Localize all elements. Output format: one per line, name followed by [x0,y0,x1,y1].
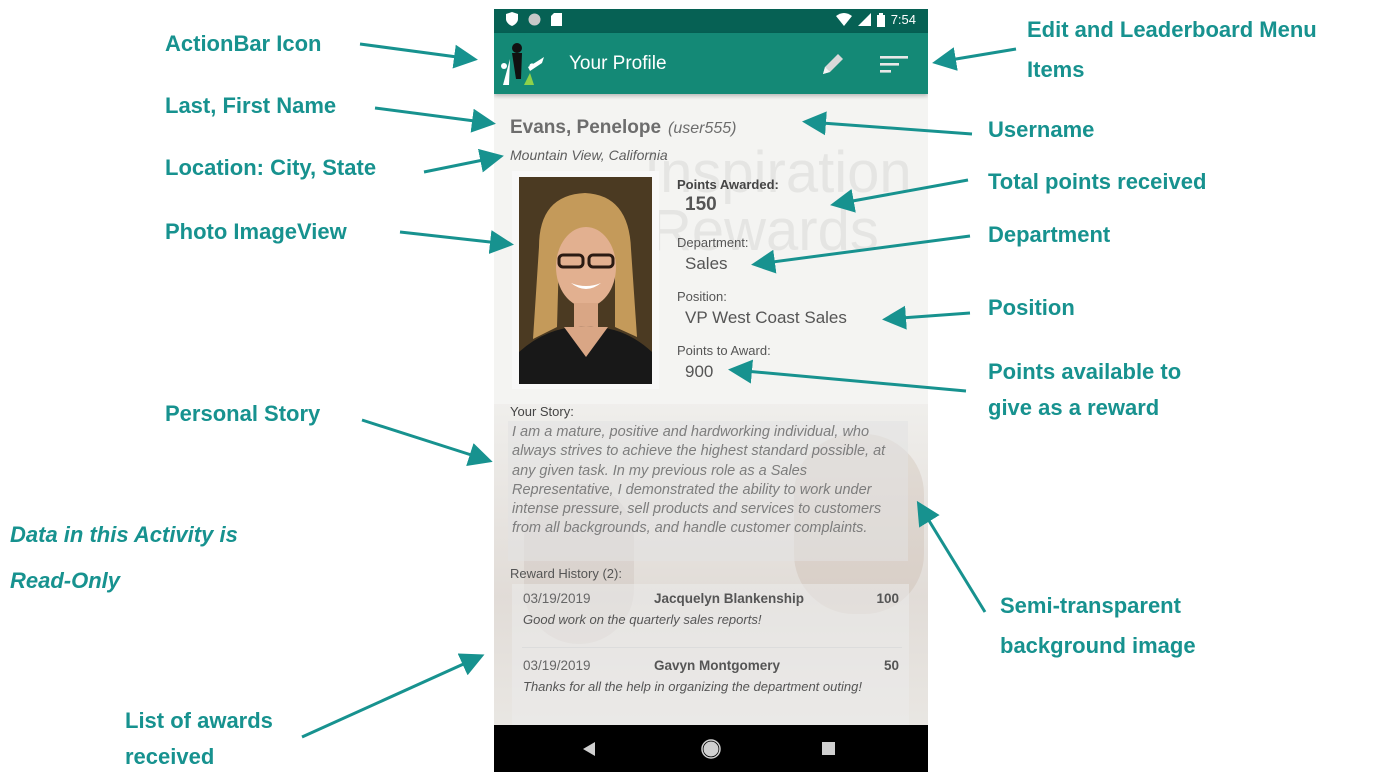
annotation-edit-leaderboard-line2: Items [1027,57,1085,82]
annotation-username: Username [988,117,1095,142]
status-bar: 7:54 [494,9,928,33]
signal-icon [857,13,871,26]
annotation-total-points: Total points received [988,169,1207,194]
annotation-read-only-line1: Data in this Activity is [10,522,238,547]
annotation-list-awards-line1: List of awards [125,708,273,733]
annotation-personal-story: Personal Story [165,401,321,426]
department-label: Department: [677,235,749,250]
arrow-location [423,148,504,174]
user-name: Evans, Penelope [510,117,662,138]
annotation-location: Location: City, State [165,155,377,180]
profile-photo [512,171,659,389]
points-awarded-value: 150 [685,194,717,215]
page-title: Your Profile [569,53,667,74]
annotation-points-available-line2: give as a reward [988,395,1160,420]
reward-points: 50 [883,658,899,673]
wifi-icon [835,13,852,26]
app-logo-icon[interactable] [500,39,550,89]
status-time: 7:54 [890,12,916,27]
edit-pencil-icon[interactable] [819,50,847,78]
recents-icon[interactable] [822,742,835,755]
portrait-image [519,177,652,384]
arrow-name [374,106,496,133]
annotation-position: Position [988,295,1075,320]
annotation-list-awards-line2: received [125,744,215,769]
annotation-edit-leaderboard-line1: Edit and Leaderboard Menu [1027,17,1317,42]
reward-points: 100 [876,591,899,606]
personal-story: I am a mature, positive and hardworking … [508,421,908,561]
reward-date: 03/19/2019 [523,658,591,673]
arrow-awards [301,653,485,739]
department-value: Sales [685,254,728,273]
circle-icon [528,13,541,25]
profile-photo-image [519,177,652,384]
annotation-photo-imageview: Photo ImageView [165,219,347,244]
profile-content[interactable]: Inspiration Rewards Evans, Penelope (use… [494,94,928,725]
arrow-menu-items [932,47,1017,71]
back-icon[interactable] [583,742,595,756]
story-label: Your Story: [510,404,574,419]
points-to-award-value: 900 [685,362,714,381]
reward-history-list[interactable]: 03/19/2019 Jacquelyn Blankenship 100 Goo… [512,584,909,725]
arrow-photo [399,230,514,254]
action-bar: Your Profile [494,33,928,94]
points-awarded-label: Points Awarded: [677,177,779,192]
annotation-read-only-line2: Read-Only [10,568,121,593]
annotation-points-available-line1: Points available to [988,359,1182,384]
reward-note: Good work on the quarterly sales reports… [523,612,762,627]
username: (user555) [668,120,737,137]
position-label: Position: [677,289,727,304]
annotation-last-first-name: Last, First Name [165,93,337,118]
sd-card-icon [551,12,562,26]
reward-note: Thanks for all the help in organizing th… [523,679,862,694]
reward-from: Jacquelyn Blankenship [654,591,805,606]
annotation-background-line2: background image [1000,633,1196,658]
arrow-actionbar-icon [359,42,478,69]
reward-date: 03/19/2019 [523,591,591,606]
battery-icon [876,12,885,27]
list-divider [522,647,902,648]
user-location: Mountain View, California [510,147,668,163]
annotation-background-line1: Semi-transparent [1000,593,1181,618]
shield-icon [506,12,518,26]
arrow-story [361,418,493,466]
position-value: VP West Coast Sales [685,308,847,327]
points-to-award-label: Points to Award: [677,343,771,358]
annotation-department: Department [988,222,1111,247]
reward-history-label: Reward History (2): [510,566,622,581]
phone-screen: 7:54 Your Profile Inspiration Rewards Ev… [494,9,928,772]
leaderboard-sort-icon[interactable] [879,52,909,76]
arrow-background [916,500,987,613]
home-icon[interactable] [701,739,721,759]
navigation-bar [494,725,928,772]
annotation-actionbar-icon: ActionBar Icon [165,31,322,56]
reward-from: Gavyn Montgomery [654,658,781,673]
